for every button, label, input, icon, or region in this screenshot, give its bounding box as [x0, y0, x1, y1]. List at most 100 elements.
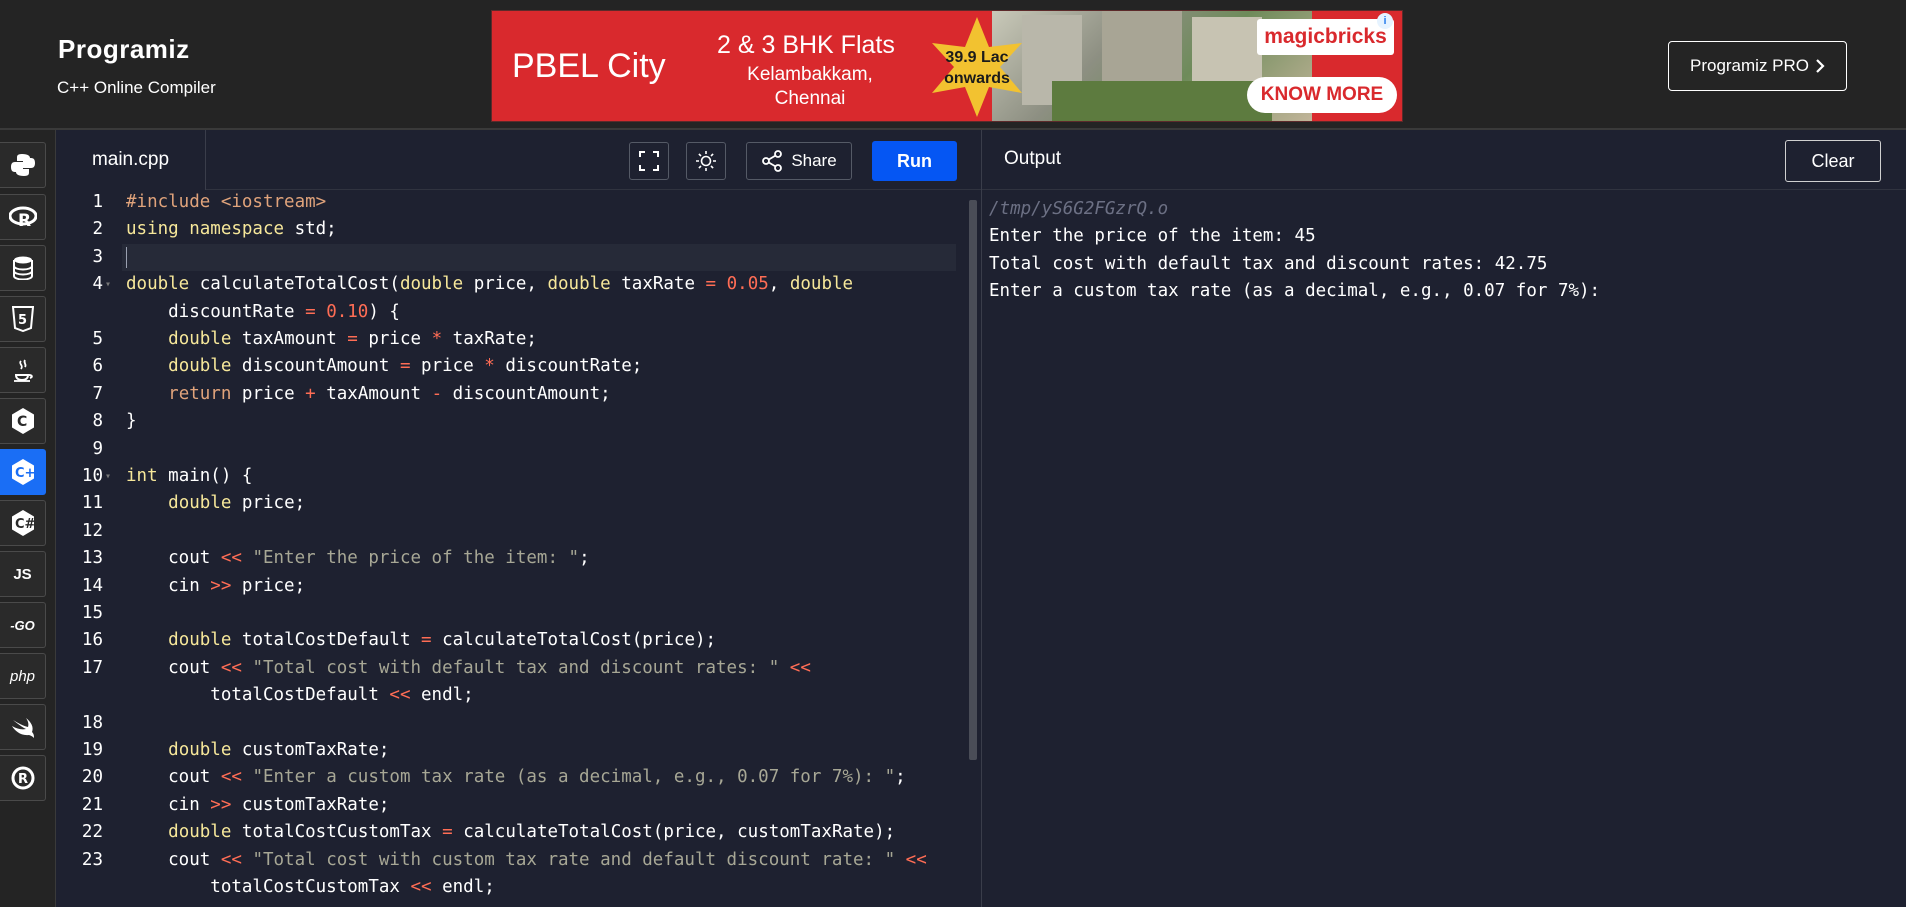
- code-text: discountRate = 0.10) {: [126, 299, 400, 326]
- code-token: taxRate: [621, 274, 706, 295]
- js-language-button[interactable]: JS: [0, 551, 46, 597]
- file-tab-main-cpp[interactable]: main.cpp: [56, 130, 206, 190]
- code-token: =: [347, 329, 369, 349]
- svg-text:5: 5: [18, 313, 27, 328]
- code-line: 8}: [56, 408, 966, 435]
- line-number: 8: [92, 411, 103, 432]
- ad-location: Kelambakkam, Chennai: [730, 63, 890, 111]
- programiz-logo[interactable]: Programiz: [58, 34, 190, 65]
- code-token: <<: [389, 685, 422, 706]
- code-line: 2 using namespace std;: [56, 216, 966, 243]
- code-line: 9: [56, 436, 966, 463]
- php-language-button[interactable]: php: [0, 653, 46, 699]
- code-text: double customTaxRate;: [126, 737, 389, 764]
- line-number: 3: [92, 246, 103, 267]
- code-token: main() {: [168, 466, 253, 486]
- r-language-button[interactable]: R: [0, 194, 46, 240]
- rust-language-button[interactable]: R: [0, 755, 46, 801]
- theme-toggle-button[interactable]: [686, 142, 726, 180]
- code-text: cin >> price;: [126, 573, 305, 600]
- r-icon: R: [8, 206, 37, 228]
- code-line: 7 return price + taxAmount - discountAmo…: [56, 381, 966, 408]
- code-token: #include: [126, 192, 221, 212]
- ad-know-more-button[interactable]: KNOW MORE: [1247, 77, 1397, 113]
- code-text: double totalCostCustomTax = calculateTot…: [126, 819, 895, 846]
- sql-language-button[interactable]: [0, 245, 46, 291]
- code-token: double: [547, 274, 622, 295]
- output-line: Enter a custom tax rate (as a decimal, e…: [989, 281, 1601, 302]
- code-token: =: [399, 356, 422, 377]
- code-line: 16 double totalCostDefault = calculateTo…: [56, 627, 966, 654]
- editor-scrollbar-thumb[interactable]: [969, 200, 977, 760]
- code-line: 11 double price;: [56, 490, 966, 517]
- ad-info-icon[interactable]: i: [1377, 13, 1393, 29]
- share-label: Share: [791, 151, 837, 170]
- line-number: 4: [92, 274, 103, 295]
- line-number: 10: [81, 466, 103, 486]
- code-token: "Enter the price of the item: ": [252, 548, 580, 569]
- java-language-button[interactable]: [0, 347, 46, 393]
- code-token: <<: [220, 548, 253, 569]
- code-token: <<: [220, 849, 253, 870]
- clear-button[interactable]: Clear: [1785, 140, 1881, 182]
- code-token: calculateTotalCost(price);: [442, 630, 717, 651]
- python-language-button[interactable]: [0, 142, 46, 188]
- code-token: discountAmount: [241, 356, 400, 377]
- code-line: 23 cout << "Total cost with custom tax r…: [56, 847, 966, 874]
- code-token: cin: [126, 575, 211, 596]
- ad-headline: 2 & 3 BHK Flats: [717, 31, 895, 59]
- code-token: ) {: [368, 301, 400, 322]
- c-language-button[interactable]: C: [0, 398, 46, 444]
- js-icon: JS: [13, 565, 32, 583]
- code-token: endl;: [421, 685, 474, 706]
- svg-text:C#: C#: [15, 517, 36, 532]
- html-language-button[interactable]: 5: [0, 296, 46, 342]
- php-icon: php: [9, 667, 36, 685]
- line-number: 14: [81, 575, 103, 596]
- code-line: 10 ▾ int main() {: [56, 463, 966, 490]
- fold-arrow-icon[interactable]: ▾: [105, 463, 111, 490]
- code-text: cout << "Total cost with custom tax rate…: [126, 847, 927, 874]
- code-text: return price + taxAmount - discountAmoun…: [126, 381, 611, 408]
- code-token: totalCostCustomTax: [241, 822, 443, 843]
- ad-location-line1: Kelambakkam,: [747, 64, 873, 85]
- code-line: 3: [56, 243, 966, 271]
- programiz-pro-button[interactable]: Programiz PRO: [1668, 41, 1847, 91]
- code-token: discountRate;: [505, 356, 643, 377]
- code-token: <<: [220, 767, 253, 788]
- code-line: 1 #include <iostream>: [56, 190, 966, 216]
- fold-arrow-icon[interactable]: ▾: [105, 271, 111, 298]
- code-text: cin >> customTaxRate;: [126, 792, 389, 819]
- code-token: ,: [768, 274, 790, 295]
- code-line: 6 double discountAmount = price * discou…: [56, 353, 966, 380]
- output-title: Output: [1004, 148, 1062, 169]
- go-language-button[interactable]: -GO: [0, 602, 46, 648]
- code-token: -: [431, 383, 453, 404]
- fullscreen-icon: [639, 151, 659, 171]
- output-line: Total cost with default tax and discount…: [989, 253, 1548, 274]
- code-text-area[interactable]: 1 #include <iostream> 2 using namespace std…: [56, 190, 981, 907]
- share-button[interactable]: Share: [746, 142, 852, 180]
- advertisement-banner[interactable]: PBEL City 2 & 3 BHK Flats Kelambakkam, C…: [491, 10, 1403, 122]
- run-button[interactable]: Run: [872, 141, 957, 181]
- code-editor-panel: main.cpp Share Run 1 #include <iostream> 2…: [56, 130, 981, 907]
- top-header: Programiz C++ Online Compiler PBEL City …: [0, 0, 1906, 130]
- code-token: cout: [126, 849, 221, 870]
- ad-price: 39.9 Lac onwards: [937, 47, 1017, 89]
- ad-brand-logo: magicbricks: [1257, 19, 1394, 55]
- svg-text:R: R: [18, 211, 31, 228]
- java-icon: [13, 359, 33, 382]
- swift-language-button[interactable]: [0, 704, 46, 750]
- output-file-path: /tmp/yS6G2FGzrQ.o: [989, 199, 1169, 219]
- cpp-language-button[interactable]: C+: [0, 449, 46, 495]
- c-icon: C: [11, 408, 34, 434]
- fullscreen-button[interactable]: [629, 142, 669, 180]
- code-token: >>: [210, 794, 242, 815]
- code-line: discountRate = 0.10) {: [56, 299, 966, 326]
- csharp-language-button[interactable]: C#: [0, 500, 46, 546]
- code-text: double calculateTotalCost(double price, …: [126, 271, 853, 298]
- code-token: 0.05: [726, 274, 769, 295]
- code-line: 20 cout << "Enter a custom tax rate (as …: [56, 764, 966, 791]
- svg-text:C+: C+: [15, 466, 35, 481]
